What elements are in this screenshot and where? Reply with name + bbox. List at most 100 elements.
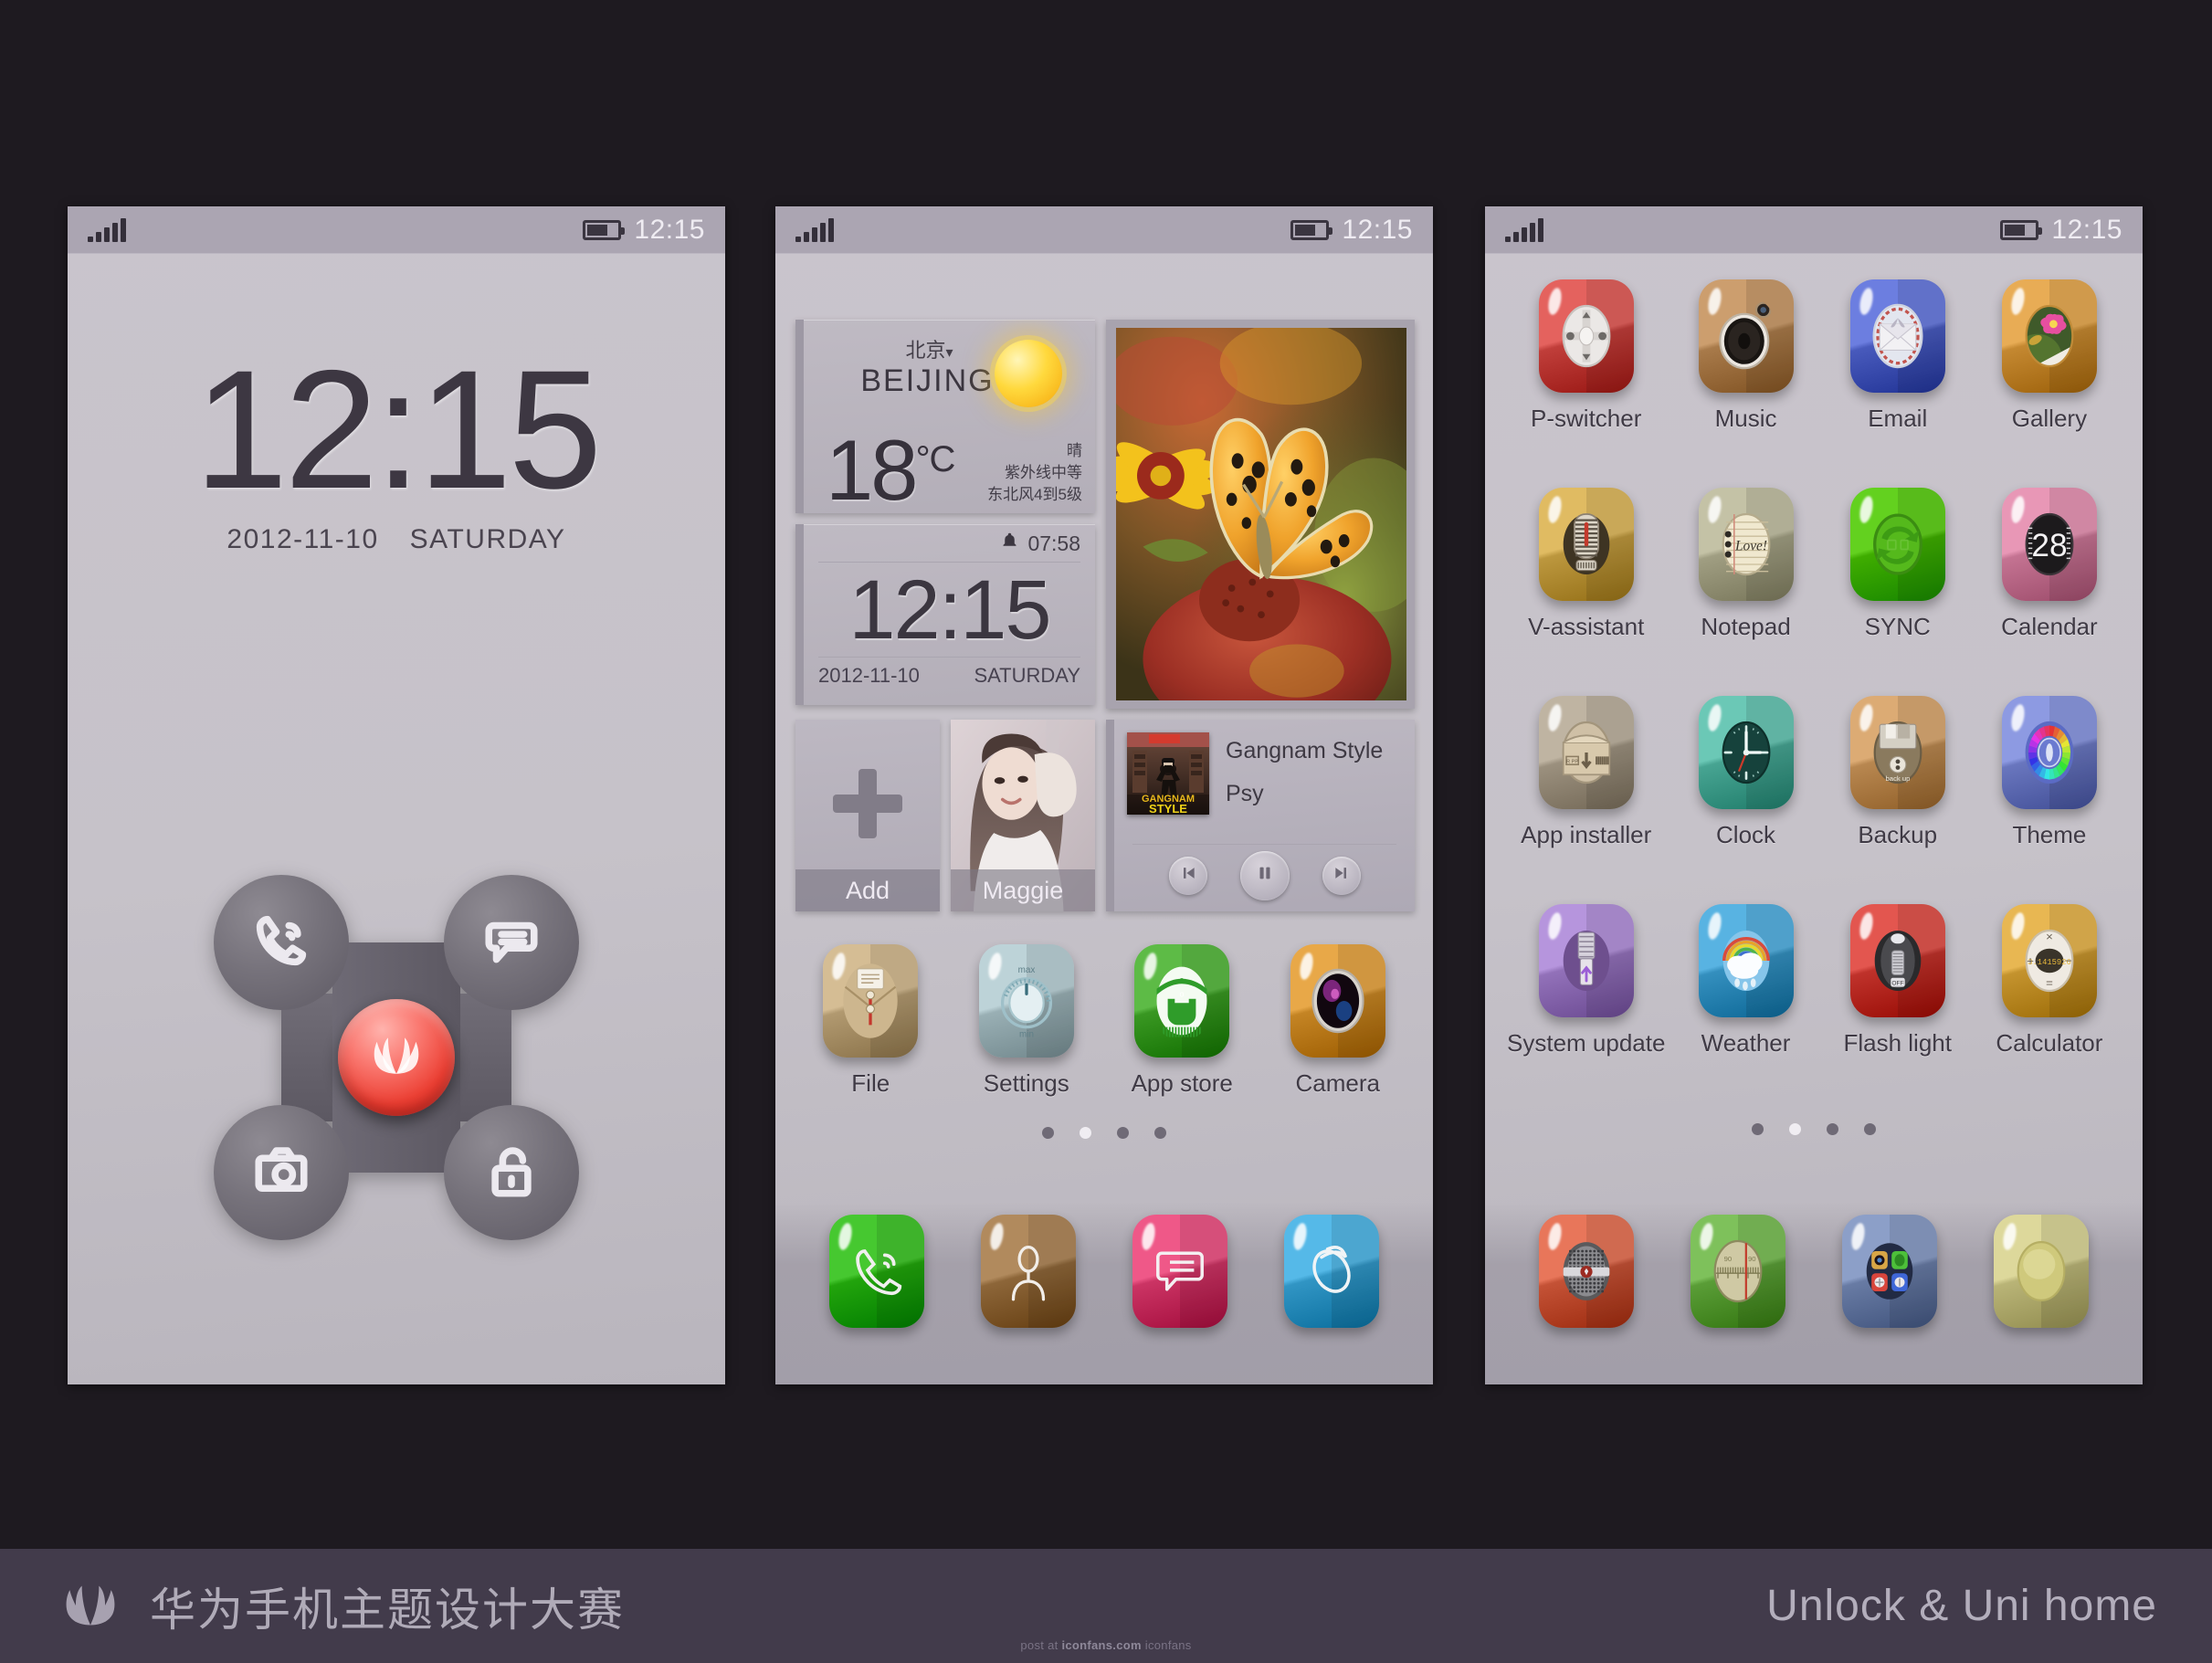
dock-item[interactable] [1284,1215,1379,1328]
app-contacts[interactable] [981,1215,1076,1328]
page-dot-1[interactable] [1752,1123,1764,1135]
file-manager-icon[interactable] [823,944,919,1058]
app-app-installer[interactable]: R PP App installer [1507,696,1665,849]
music-widget[interactable]: GANGNAM STYLE Gangnam Style Psy [1106,720,1415,911]
package-box-icon[interactable]: R PP [1538,696,1634,809]
page-indicator[interactable] [775,1127,1433,1139]
flashlight-icon[interactable]: OFF [1849,904,1945,1017]
page-dot-3[interactable] [1117,1127,1129,1139]
recorder-mic-icon[interactable] [1539,1215,1634,1328]
envelope-icon[interactable] [1849,279,1945,393]
radio-dial-icon-glyph: 90 90 [1707,1231,1769,1311]
camera-shortcut[interactable] [214,1105,349,1240]
contact-tile-maggie[interactable]: Maggie [951,720,1095,911]
svg-text:90: 90 [1724,1255,1733,1263]
sync-arrows-icon[interactable] [1849,488,1945,601]
app-app-store[interactable]: o o App store [1109,944,1256,1098]
dock-item[interactable] [829,1215,924,1328]
phone-icon[interactable] [829,1215,924,1328]
app-browser[interactable] [1284,1215,1379,1328]
app-system-update[interactable]: System update [1507,904,1665,1058]
page-dot-4[interactable] [1864,1123,1876,1135]
app-weather[interactable]: Weather [1674,904,1817,1058]
app-email[interactable]: Email [1827,279,1969,433]
calculator-icon[interactable]: 3.1415926 × = + − [2001,904,2097,1017]
page-dot-2[interactable] [1789,1123,1801,1135]
pause-button[interactable] [1239,850,1290,900]
dock-item[interactable] [981,1215,1076,1328]
flower-photo-icon[interactable] [2001,279,2097,393]
blank-app-icon[interactable] [1994,1215,2089,1328]
appdrawer-phone: 12:15 P-switcher Music Email Gallery V-assis… [1485,206,2143,1384]
person-icon[interactable] [981,1215,1076,1328]
app-backup[interactable]: back up Backup [1827,696,1969,849]
app-notepad[interactable]: Love! Notepad [1674,488,1817,641]
app-gallery[interactable]: Gallery [1978,279,2121,433]
lockscreen-clock-block: 12:15 2012-11-10 SATURDAY [68,254,725,555]
app-v-assistant[interactable]: V-assistant [1507,488,1665,641]
dock-item[interactable] [1842,1215,1937,1328]
camera-lens-icon[interactable] [1290,944,1385,1058]
app-p-switcher[interactable]: P-switcher [1507,279,1665,433]
color-wheel-icon[interactable] [2001,696,2097,809]
app-label: App store [1131,1069,1233,1097]
app-theme[interactable]: Theme [1978,696,2121,849]
dock-item[interactable]: 90 90 [1691,1215,1785,1328]
rainbow-cloud-icon[interactable] [1698,904,1794,1017]
app-messages[interactable] [1132,1215,1227,1328]
app-folder-icon[interactable] [1842,1215,1937,1328]
microphone-icon[interactable] [1538,488,1634,601]
huawei-unlock-button[interactable] [338,999,455,1116]
next-button[interactable] [1322,856,1361,895]
app-phone[interactable] [829,1215,924,1328]
dock-item[interactable] [1994,1215,2089,1328]
unlock-widget[interactable] [214,875,579,1240]
phone-shortcut[interactable] [214,875,349,1010]
unlock-icon [481,1141,542,1205]
weather-widget[interactable]: 北京▾ BEIJING 18 °C 晴 紫外线中等 东北风4到5级 [795,320,1095,513]
bottom-banner: 华为手机主题设计大赛 Unlock & Uni home post at ico… [0,1549,2212,1663]
speaker-icon[interactable] [1698,279,1794,393]
calendar-28-icon[interactable]: 28 [2001,488,2097,601]
page-dot-4[interactable] [1154,1127,1166,1139]
add-widget-tile[interactable]: Add [795,720,940,911]
browser-icon[interactable] [1284,1215,1379,1328]
dock-item[interactable] [1132,1215,1227,1328]
page-indicator[interactable] [1485,1123,2143,1135]
camera-lens-icon-glyph [1307,961,1369,1041]
app-fm-radio[interactable]: 90 90 [1691,1215,1785,1328]
previous-button[interactable] [1168,856,1207,895]
app-camera[interactable]: Camera [1265,944,1412,1098]
app-calculator[interactable]: 3.1415926 × = + − Calculator [1978,904,2121,1058]
app-flash-light[interactable]: OFF Flash light [1827,904,1969,1058]
message-shortcut[interactable] [444,875,579,1010]
app-sync[interactable]: SYNC [1827,488,1969,641]
app-blank[interactable] [1994,1215,2089,1328]
app-music[interactable]: Music [1674,279,1817,433]
analog-clock-icon[interactable] [1698,696,1794,809]
page-dot-3[interactable] [1827,1123,1838,1135]
app-calendar[interactable]: 28 Calendar [1978,488,2121,641]
app-clock[interactable]: Clock [1674,696,1817,849]
usb-update-icon[interactable] [1538,904,1634,1017]
radio-dial-icon[interactable]: 90 90 [1691,1215,1785,1328]
app-folder[interactable] [1842,1215,1937,1328]
app-label: Settings [983,1069,1069,1097]
clock-widget[interactable]: 07:58 12:15 2012-11-10 SATURDAY [795,524,1095,705]
page-dot-1[interactable] [1042,1127,1054,1139]
butterfly-photo-widget[interactable] [1106,320,1415,709]
app-file[interactable]: File [797,944,944,1098]
settings-dial-icon[interactable]: max min [978,944,1074,1058]
message-icon[interactable] [1132,1215,1227,1328]
page-dot-2[interactable] [1080,1127,1091,1139]
settings-dial-icon-glyph: max min [995,961,1058,1041]
app-store-icon[interactable]: oo [1134,944,1230,1058]
app-settings[interactable]: max min Settings [953,944,1101,1098]
dock-item[interactable] [1539,1215,1634,1328]
unlock-shortcut[interactable] [444,1105,579,1240]
floppy-disk-icon[interactable]: back up [1849,696,1945,809]
battery-icon [583,219,626,240]
dpad-switcher-icon[interactable] [1538,279,1634,393]
app-recorder[interactable] [1539,1215,1634,1328]
notepad-icon[interactable]: Love! [1698,488,1794,601]
